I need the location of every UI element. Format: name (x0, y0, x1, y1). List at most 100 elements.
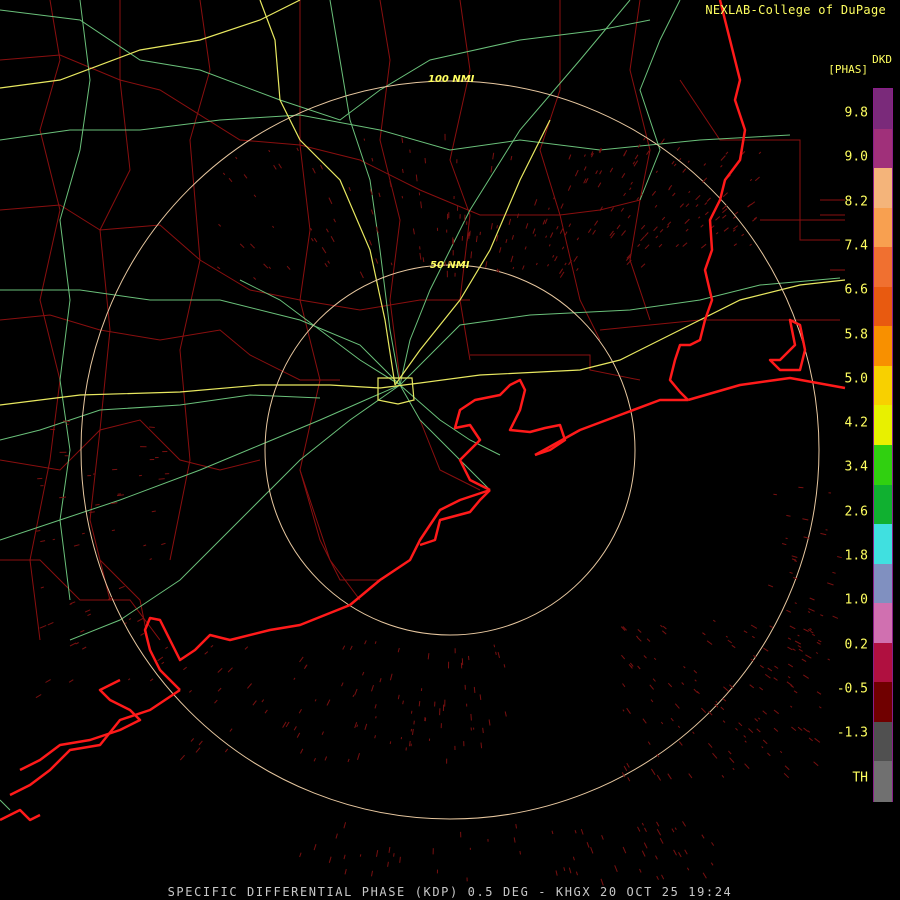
radar-return-gate (510, 155, 513, 161)
radar-return-gate (743, 630, 748, 634)
radar-return-gate (250, 243, 255, 249)
radar-return-gate (643, 137, 646, 141)
radar-return-gate (261, 699, 265, 703)
radar-return-gate (661, 874, 665, 880)
radar-return-gate (658, 243, 663, 248)
radar-return-gate (798, 486, 804, 489)
radar-return-gate (210, 645, 214, 648)
radar-return-gate (688, 773, 693, 779)
radar-return-gate (285, 721, 290, 728)
radar-return-gate (424, 157, 426, 164)
radar-return-gate (69, 603, 73, 605)
radar-return-gate (198, 740, 203, 746)
radar-return-gate (568, 154, 572, 160)
radar-return-gate (314, 699, 317, 702)
color-scale-segment (874, 682, 892, 723)
radar-return-gate (549, 232, 554, 238)
radar-return-gate (820, 614, 824, 617)
radar-return-gate (722, 204, 728, 210)
radar-return-gate (504, 711, 507, 717)
radar-return-gate (415, 174, 418, 182)
radar-return-gate (229, 728, 233, 732)
radar-return-gate (535, 262, 538, 266)
radar-return-gate (393, 853, 395, 857)
radar-return-gate (278, 163, 282, 169)
radar-return-gate (786, 609, 792, 613)
radar-return-gate (349, 645, 353, 651)
radar-return-gate (816, 641, 821, 645)
radar-return-gate (547, 263, 550, 267)
radar-return-gate (371, 684, 374, 692)
radar-return-gate (758, 717, 761, 720)
coastline (0, 0, 846, 822)
radar-return-gate (654, 204, 658, 208)
radar-return-gate (519, 850, 521, 855)
radar-return-gate (785, 537, 788, 540)
radar-return-gate (370, 209, 374, 215)
radar-return-gate (671, 160, 675, 165)
radar-return-gate (482, 727, 484, 734)
radar-return-gate (672, 192, 676, 197)
radar-return-gate (748, 728, 754, 734)
radar-return-gate (409, 740, 411, 747)
radar-return-gate (809, 628, 812, 631)
radar-return-gate (224, 748, 229, 753)
radar-return-gate (774, 665, 779, 669)
radar-return-gate (779, 750, 783, 754)
radar-return-gate (84, 609, 91, 613)
radar-return-gate (749, 243, 752, 246)
color-scale-segment (874, 247, 892, 288)
radar-return-gate (767, 752, 771, 757)
radar-return-gate (720, 165, 723, 168)
radar-return-gate (655, 855, 658, 860)
radar-return-gate (640, 224, 646, 230)
radar-return-gate (668, 184, 673, 190)
radar-return-gate (418, 701, 421, 707)
radar-return-gate (124, 622, 127, 625)
radar-return-gate (325, 228, 329, 233)
radar-return-gate (586, 842, 590, 848)
radar-return-gate (235, 156, 238, 160)
radar-return-gate (786, 514, 791, 517)
color-scale-tick-label: 9.8 (844, 105, 868, 121)
radar-return-gate (723, 686, 729, 692)
radar-return-gate (420, 201, 422, 209)
radar-return-gate (809, 597, 815, 601)
radar-return-gate (568, 867, 572, 874)
radar-return-gate (667, 682, 673, 688)
radar-return-gate (693, 670, 698, 674)
radar-return-gate (63, 420, 70, 422)
radar-return-gate (157, 656, 164, 662)
radar-return-gate (567, 185, 572, 191)
radar-return-gate (497, 651, 500, 659)
radar-return-gate (401, 195, 404, 199)
radar-return-gate (673, 163, 677, 167)
radar-return-gate (495, 651, 497, 656)
radar-return-gate (693, 688, 698, 694)
radar-return-gate (798, 648, 803, 652)
color-scale-tick-label: 3.4 (844, 459, 868, 475)
radar-return-gate (505, 239, 508, 244)
radar-return-gate (503, 664, 506, 668)
radar-return-gate (296, 147, 299, 152)
radar-return-gate (324, 756, 328, 761)
radar-return-gate (660, 138, 665, 144)
radar-return-gate (803, 674, 809, 679)
radar-return-gate (111, 529, 116, 532)
radar-return-gate (359, 854, 362, 857)
radar-return-gate (149, 678, 154, 682)
radar-return-gate (715, 232, 719, 235)
radar-return-gate (674, 703, 680, 709)
radar-return-gate (40, 586, 44, 589)
radar-return-gate (204, 651, 209, 655)
radar-return-gate (532, 228, 536, 234)
radar-return-gate (574, 169, 579, 177)
radar-return-gate (422, 257, 425, 263)
radar-return-gate (303, 664, 308, 670)
radar-return-gate (659, 837, 664, 844)
radar-return-gate (621, 173, 626, 179)
radar-return-gate (81, 646, 87, 650)
radar-return-gate (473, 686, 476, 693)
radar-return-gate (534, 199, 538, 206)
radar-return-gate (827, 582, 834, 586)
